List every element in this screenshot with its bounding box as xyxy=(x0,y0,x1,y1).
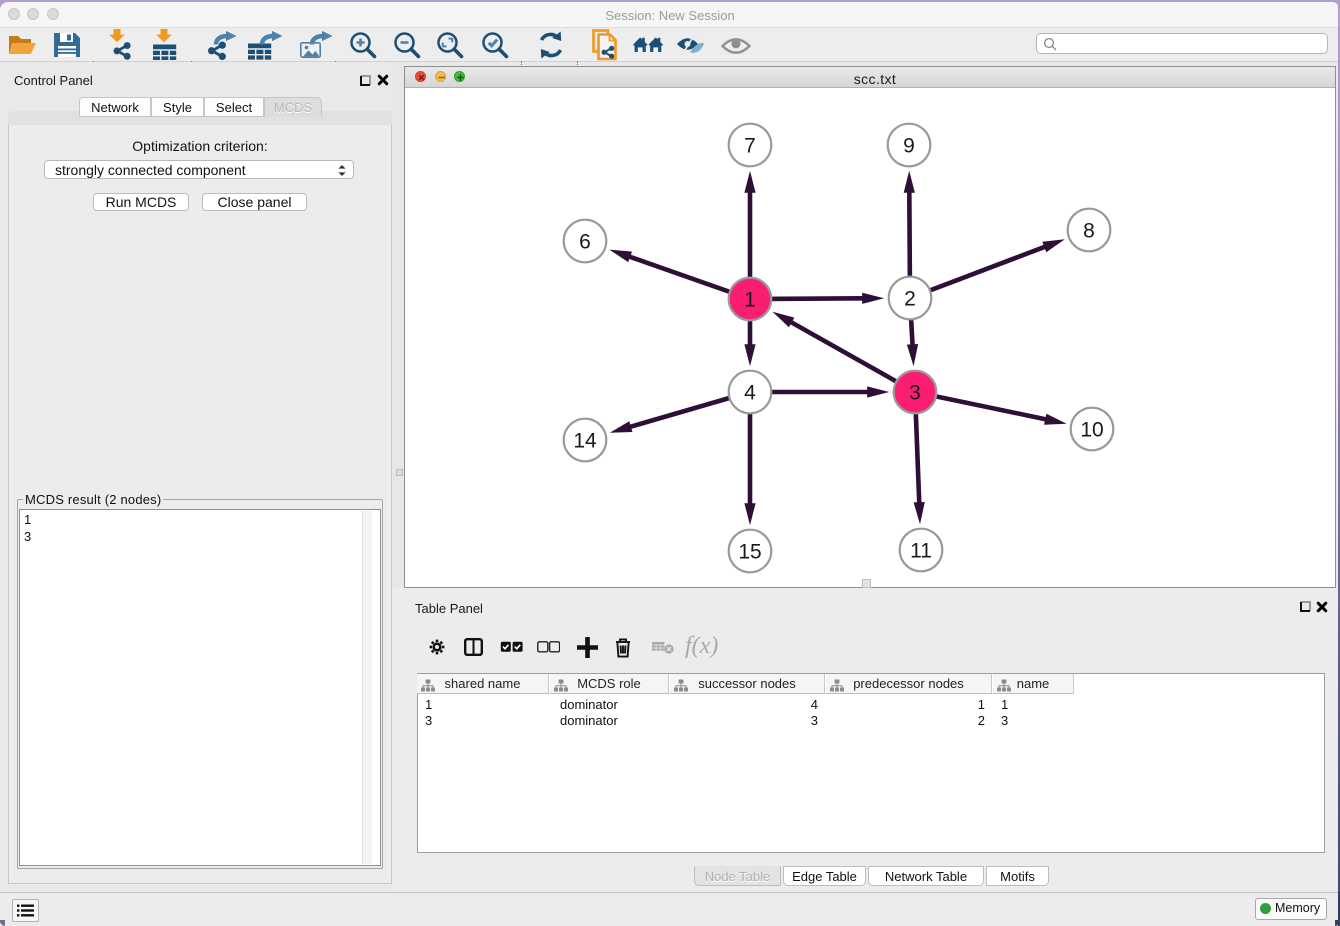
svg-text:2: 2 xyxy=(904,288,916,311)
svg-text:4: 4 xyxy=(744,382,756,405)
svg-text:1: 1 xyxy=(744,289,756,312)
svg-text:11: 11 xyxy=(910,540,932,563)
svg-text:9: 9 xyxy=(903,135,915,158)
svg-text:7: 7 xyxy=(744,135,756,158)
svg-text:15: 15 xyxy=(738,541,761,564)
svg-text:8: 8 xyxy=(1083,220,1095,243)
svg-text:14: 14 xyxy=(573,430,597,453)
svg-text:6: 6 xyxy=(579,231,591,254)
svg-text:10: 10 xyxy=(1080,419,1103,442)
svg-text:3: 3 xyxy=(909,382,921,405)
